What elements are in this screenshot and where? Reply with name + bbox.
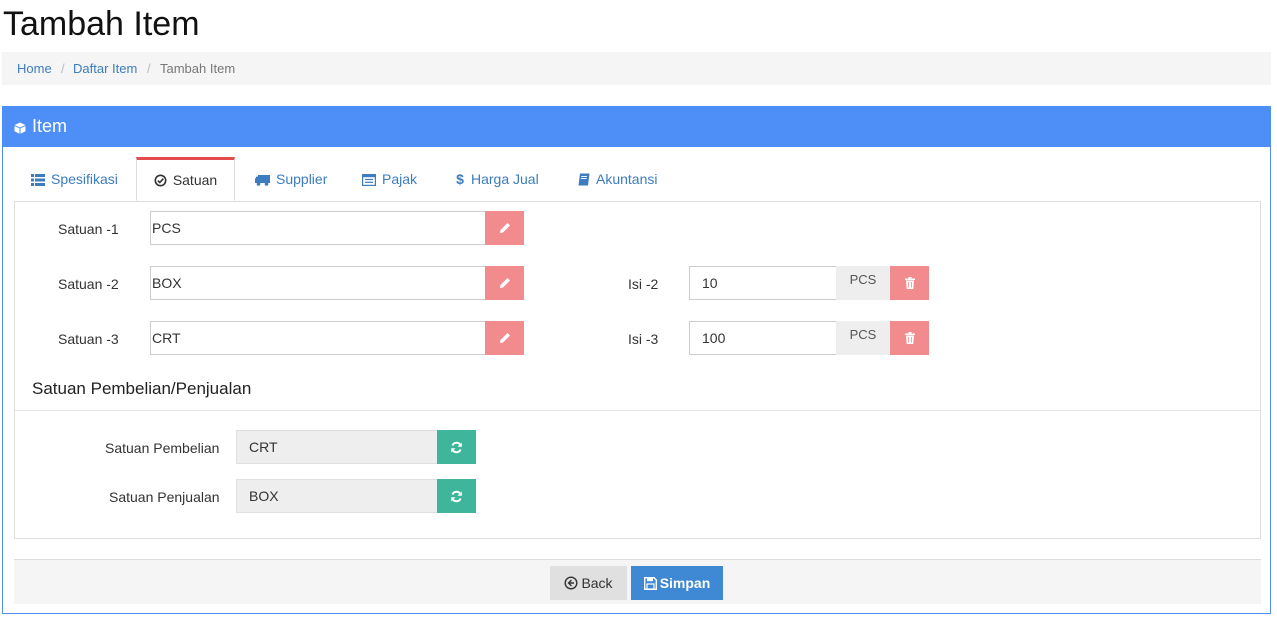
back-button[interactable]: Back xyxy=(550,566,627,600)
tab-harga-jual[interactable]: $ Harga Jual xyxy=(455,157,539,201)
tab-label: Pajak xyxy=(382,171,418,187)
satuan-1-label: Satuan -1 xyxy=(58,221,119,237)
satuan-3-input[interactable] xyxy=(150,321,486,355)
breadcrumb-home-link[interactable]: Home xyxy=(17,52,52,85)
refresh-icon xyxy=(451,490,462,502)
truck-icon xyxy=(255,175,270,186)
satuan-3-label: Satuan -3 xyxy=(58,331,119,347)
tab-pajak[interactable]: Pajak xyxy=(362,157,417,201)
tab-spesifikasi[interactable]: Spesifikasi xyxy=(31,157,118,201)
save-button[interactable]: Simpan xyxy=(631,566,723,600)
isi-3-unit-addon: PCS xyxy=(836,321,890,355)
delete-satuan-3-button[interactable] xyxy=(890,321,929,355)
satuan-pembelian-label: Satuan Pembelian xyxy=(105,440,220,456)
form-footer: Back Simpan xyxy=(14,559,1261,604)
book-icon xyxy=(578,173,590,186)
pencil-icon xyxy=(499,223,510,233)
isi-2-label: Isi -2 xyxy=(628,276,659,292)
section-title: Satuan Pembelian/Penjualan xyxy=(32,379,252,398)
isi-2-input[interactable] xyxy=(689,266,837,300)
satuan-2-label: Satuan -2 xyxy=(58,276,119,292)
svg-text:$: $ xyxy=(456,172,464,186)
edit-satuan-1-button[interactable] xyxy=(485,211,524,245)
satuan-2-input[interactable] xyxy=(150,266,486,300)
tab-akuntansi[interactable]: Akuntansi xyxy=(578,157,657,201)
breadcrumb-daftar-item-link[interactable]: Daftar Item xyxy=(73,52,137,85)
tab-label: Akuntansi xyxy=(596,171,658,187)
pencil-icon xyxy=(499,278,510,288)
refresh-pembelian-button[interactable] xyxy=(437,430,476,464)
section-divider xyxy=(15,410,1260,411)
item-panel: Item Spesifikasi Satuan Supplier Pajak $… xyxy=(2,106,1271,614)
back-label: Back xyxy=(581,575,613,591)
page-title: Tambah Item xyxy=(3,5,200,43)
arrow-left-circle-icon xyxy=(564,576,578,590)
tab-satuan[interactable]: Satuan xyxy=(136,157,235,201)
breadcrumb-separator: / xyxy=(61,61,65,76)
check-circle-icon xyxy=(154,174,167,187)
breadcrumb-current: Tambah Item xyxy=(160,61,236,76)
table-icon xyxy=(362,174,377,187)
isi-3-label: Isi -3 xyxy=(628,331,659,347)
list-icon xyxy=(31,174,45,186)
tab-label: Harga Jual xyxy=(471,171,539,187)
isi-3-input[interactable] xyxy=(689,321,837,355)
tab-label: Supplier xyxy=(276,171,328,187)
trash-icon xyxy=(904,277,915,289)
panel-heading: Item xyxy=(3,107,1270,147)
satuan-tab-content: Satuan -1 Satuan -2 Isi -2 PCS xyxy=(14,201,1261,539)
cube-icon xyxy=(14,122,26,134)
edit-satuan-2-button[interactable] xyxy=(485,266,524,300)
tab-bar: Spesifikasi Satuan Supplier Pajak $ Harg… xyxy=(14,157,1261,202)
breadcrumb-separator: / xyxy=(147,61,151,76)
save-label: Simpan xyxy=(659,575,711,591)
panel-title: Item xyxy=(32,116,68,136)
tab-supplier[interactable]: Supplier xyxy=(255,157,327,201)
tab-label: Satuan xyxy=(172,172,218,188)
satuan-pembelian-field: CRT xyxy=(236,430,438,464)
satuan-penjualan-label: Satuan Penjualan xyxy=(109,489,220,505)
delete-satuan-2-button[interactable] xyxy=(890,266,929,300)
satuan-penjualan-field: BOX xyxy=(236,479,438,513)
dollar-icon: $ xyxy=(456,171,464,187)
edit-satuan-3-button[interactable] xyxy=(485,321,524,355)
breadcrumb: Home / Daftar Item / Tambah Item xyxy=(2,52,1271,85)
satuan-1-input[interactable] xyxy=(150,211,486,245)
pencil-icon xyxy=(499,333,510,343)
isi-2-unit-addon: PCS xyxy=(836,266,890,300)
refresh-icon xyxy=(451,441,462,453)
refresh-penjualan-button[interactable] xyxy=(437,479,476,513)
tab-label: Spesifikasi xyxy=(51,171,118,187)
trash-icon xyxy=(904,332,915,344)
floppy-icon xyxy=(643,576,657,590)
